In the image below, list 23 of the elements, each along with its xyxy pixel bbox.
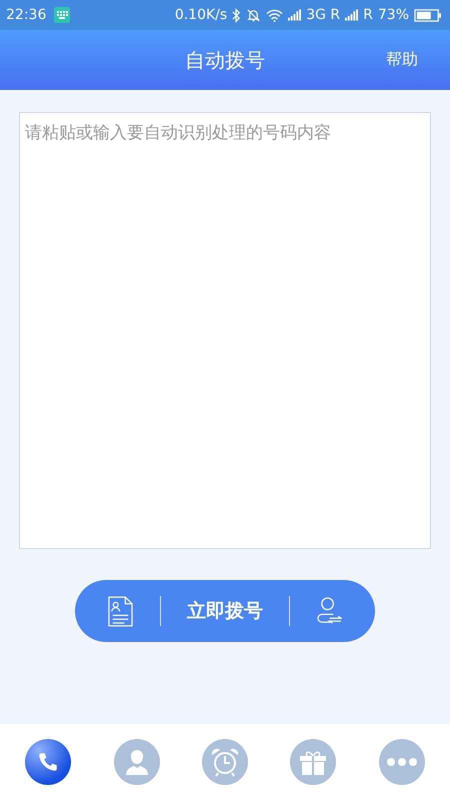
bell-off-icon	[246, 8, 262, 22]
nav-tab[interactable]	[25, 739, 72, 785]
person-icon	[124, 749, 149, 775]
network-type: R	[363, 7, 373, 23]
wifi-icon	[266, 8, 284, 22]
more-icon	[386, 758, 417, 766]
battery-percent: 73%	[378, 7, 409, 23]
keyboard-icon	[54, 7, 70, 23]
network-speed: 0.10K/s	[174, 7, 228, 23]
help-button[interactable]: 帮助	[386, 50, 418, 70]
status-time: 22:36	[6, 7, 46, 23]
page-title: 自动拨号	[185, 46, 265, 74]
phone-icon	[37, 751, 60, 773]
person-arrows-icon	[316, 596, 342, 626]
battery-icon	[414, 8, 442, 22]
dial-now-button[interactable]: 立即拨号	[182, 594, 267, 628]
signal-icon	[345, 9, 358, 21]
bluetooth-icon	[232, 8, 242, 22]
document-icon	[108, 596, 134, 626]
input-field[interactable]: 请粘贴或输入要自动识别处理的号码内容	[19, 112, 431, 549]
network-type: 3G R	[306, 7, 340, 23]
signal-icon	[288, 9, 302, 21]
alarm-clock-icon	[210, 747, 240, 777]
